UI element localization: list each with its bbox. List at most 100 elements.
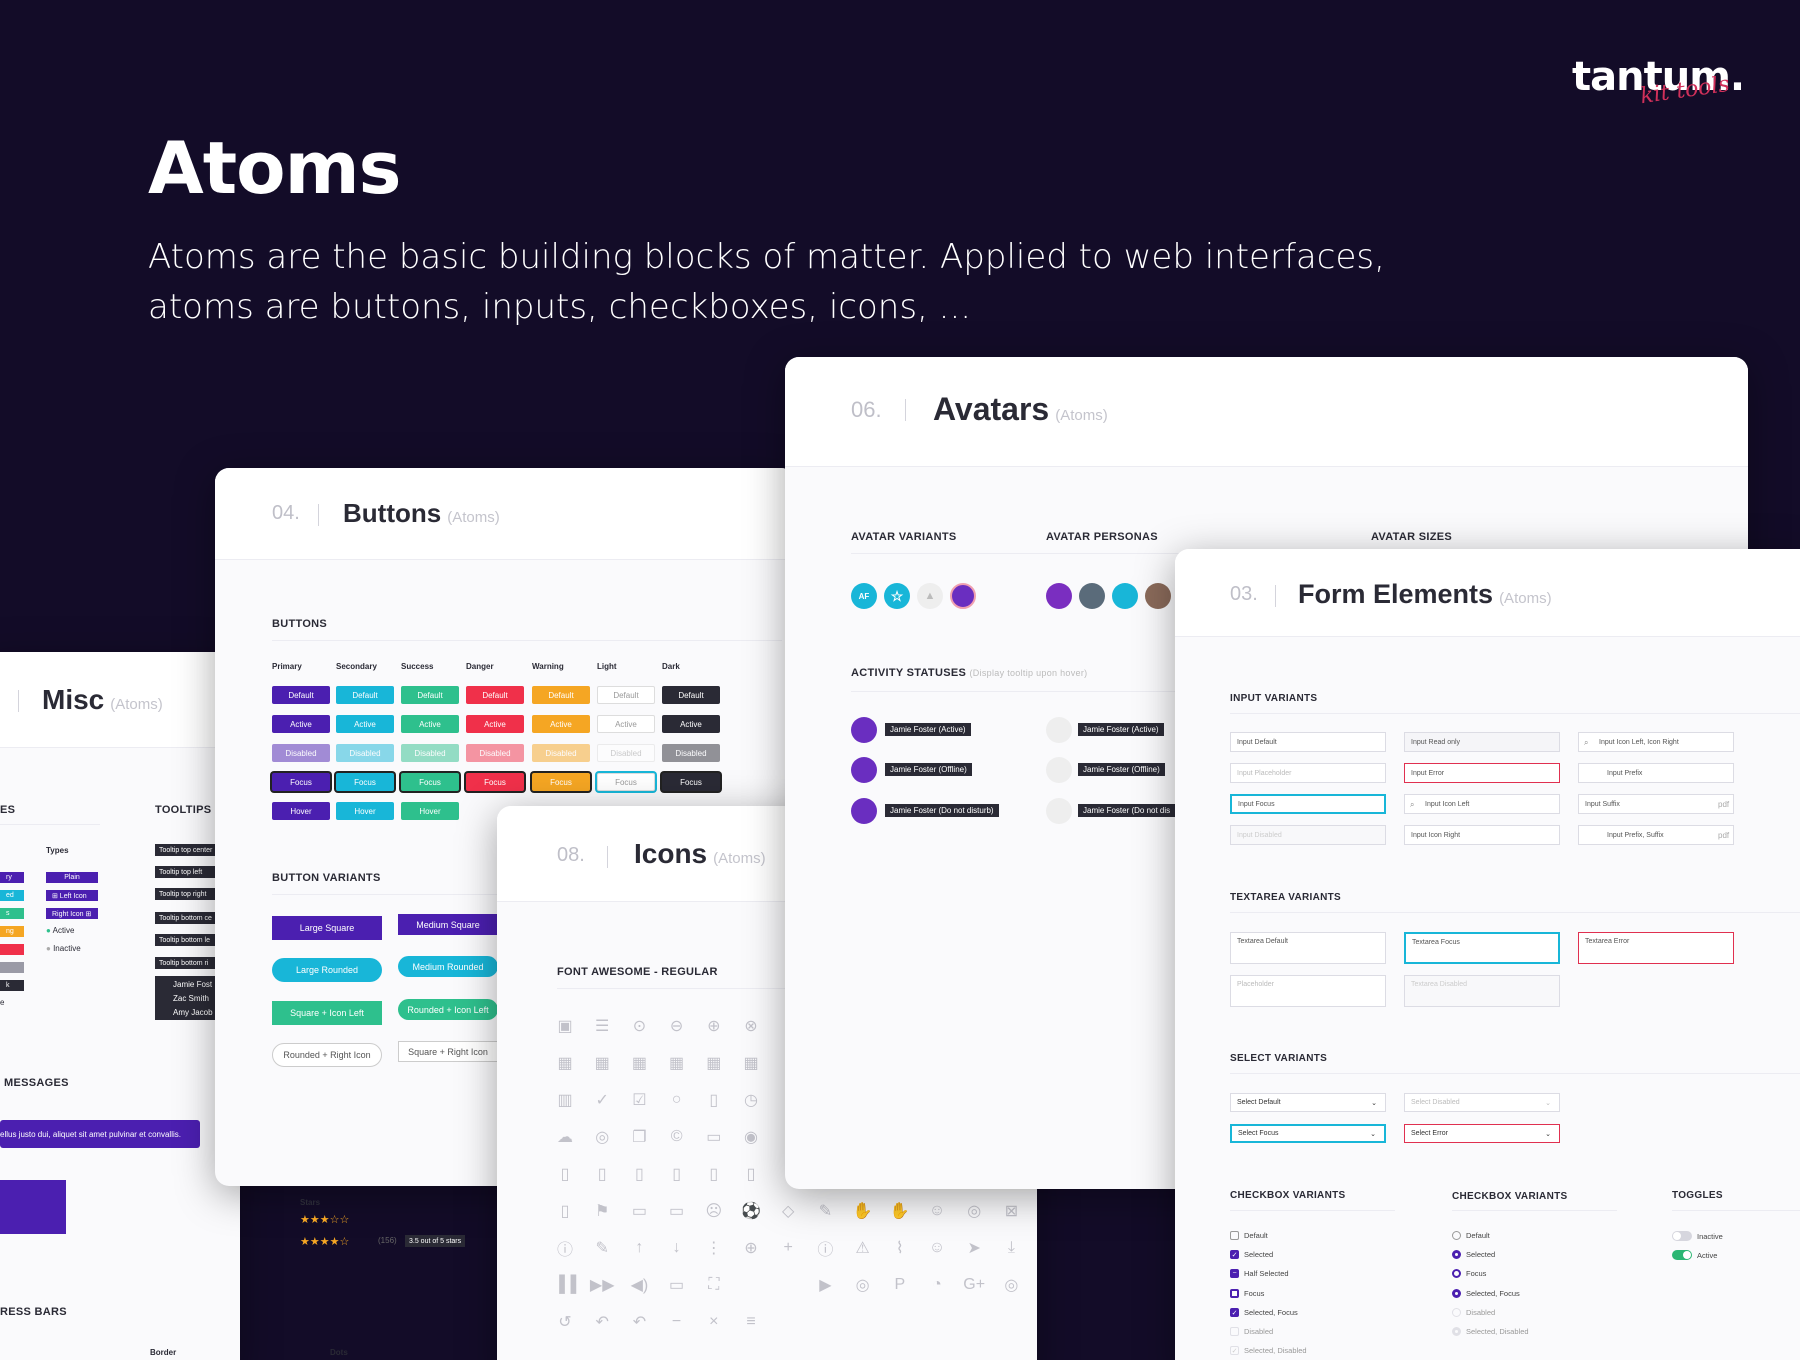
success-focus-button[interactable]: Focus <box>401 773 459 791</box>
radio-focus[interactable]: Focus <box>1452 1269 1486 1278</box>
toggle-inactive[interactable]: Inactive <box>1672 1231 1723 1241</box>
danger-focus-button[interactable]: Focus <box>466 773 524 791</box>
misc-card: Misc (Atoms) ES TOOLTIPS Types Plain ⊞ Le… <box>0 652 240 1360</box>
warning-default-button[interactable]: Default <box>532 686 590 704</box>
danger-active-button[interactable]: Active <box>466 715 524 733</box>
secondary-active-button[interactable]: Active <box>336 715 394 733</box>
header-separator <box>607 846 608 868</box>
radio-disabled[interactable]: Disabled <box>1452 1308 1495 1317</box>
fa-icon-r3-c1-icon: ◎ <box>595 1129 610 1146</box>
input-icon-left[interactable]: Input Icon Left <box>1404 794 1560 814</box>
card-title: Icons (Atoms) <box>634 838 766 869</box>
light-disabled-button[interactable]: Disabled <box>597 744 655 762</box>
checkbox-selected-focus[interactable]: ✓ Selected, Focus <box>1230 1308 1298 1317</box>
primary-default-button[interactable]: Default <box>272 686 330 704</box>
dark-active-button[interactable]: Active <box>662 715 720 733</box>
danger-disabled-button[interactable]: Disabled <box>466 744 524 762</box>
square-right-icon-button[interactable]: Square + Right Icon <box>398 1041 498 1062</box>
warning-disabled-button[interactable]: Disabled <box>532 744 590 762</box>
medium-rounded-button[interactable]: Medium Rounded <box>398 956 498 977</box>
success-active-button[interactable]: Active <box>401 715 459 733</box>
input-read-only[interactable]: Input Read only <box>1404 732 1560 752</box>
primary-disabled-button[interactable]: Disabled <box>272 744 330 762</box>
medium-square-button[interactable]: Medium Square <box>398 914 498 935</box>
primary-active-button[interactable]: Active <box>272 715 330 733</box>
select-focus[interactable]: Select Focus ⌄ <box>1230 1124 1386 1143</box>
input-icon-left-right[interactable]: Input Icon Left, Icon Right <box>1578 732 1734 752</box>
large-square-button[interactable]: Large Square <box>272 916 382 940</box>
checkbox-selected-disabled[interactable]: ✓ Selected, Disabled <box>1230 1346 1307 1355</box>
input-error[interactable]: Input Error <box>1404 763 1560 783</box>
input-default[interactable]: Input Default <box>1230 732 1386 752</box>
checkbox-half-selected[interactable]: − Half Selected <box>1230 1269 1289 1278</box>
warning-active-button[interactable]: Active <box>532 715 590 733</box>
secondary-default-button[interactable]: Default <box>336 686 394 704</box>
input-placeholder[interactable]: Input Placeholder <box>1230 763 1386 783</box>
toggle-active[interactable]: Active <box>1672 1250 1717 1260</box>
textarea-disabled[interactable]: Textarea Disabled <box>1404 975 1560 1007</box>
textarea-default[interactable]: Textarea Default <box>1230 932 1386 964</box>
large-rounded-button[interactable]: Large Rounded <box>272 958 382 982</box>
section-activity-statuses: ACTIVITY STATUSES (Display tooltip upon … <box>851 667 1088 679</box>
fa-icon-r5-c5-icon: ⚽ <box>741 1203 761 1220</box>
select-error[interactable]: Select Error ⌄ <box>1404 1124 1560 1143</box>
fa-icon-r6-c4-icon: ⋮ <box>705 1240 722 1257</box>
radio-selected-focus[interactable]: Selected, Focus <box>1452 1289 1520 1298</box>
checkbox-focus[interactable]: Focus <box>1230 1289 1264 1298</box>
success-default-button[interactable]: Default <box>401 686 459 704</box>
checkbox-default[interactable]: Default <box>1230 1231 1268 1240</box>
fa-icon-r1-c2-icon: ▦ <box>631 1055 647 1072</box>
rating-count: (156) <box>378 1236 397 1245</box>
dark-disabled-button[interactable]: Disabled <box>662 744 720 762</box>
light-default-button[interactable]: Default <box>597 686 655 704</box>
dark-default-button[interactable]: Default <box>662 686 720 704</box>
fa-icon-r5-c7-icon: ✎ <box>818 1203 833 1220</box>
fa-icon-r3-c5-icon: ◉ <box>744 1129 758 1146</box>
secondary-hover-button[interactable]: Hover <box>336 802 394 820</box>
input-prefix[interactable]: Input Prefix <box>1578 763 1734 783</box>
section-messages: MESSAGES <box>4 1077 69 1089</box>
section-progress: RESS BARS <box>0 1306 67 1318</box>
textarea-placeholder[interactable]: Placeholder <box>1230 975 1386 1007</box>
fa-icon-r8-c2-icon: ↶ <box>632 1314 647 1331</box>
input-disabled[interactable]: Input Disabled <box>1230 825 1386 845</box>
checkbox-disabled[interactable]: Disabled <box>1230 1327 1273 1336</box>
dark-focus-button[interactable]: Focus <box>662 773 720 791</box>
input-icon-right[interactable]: Input Icon Right <box>1404 825 1560 845</box>
input-focus[interactable]: Input Focus <box>1230 794 1386 814</box>
avatar-photo <box>1046 717 1072 743</box>
rounded-right-icon-button[interactable]: Rounded + Right Icon <box>272 1043 382 1067</box>
radio-selected-disabled[interactable]: Selected, Disabled <box>1452 1327 1529 1336</box>
secondary-focus-button[interactable]: Focus <box>336 773 394 791</box>
rating-tooltip: 3.5 out of 5 stars <box>405 1235 466 1247</box>
fa-icon-r6-c7-icon: ⓘ <box>817 1242 834 1259</box>
square-icon-left-button[interactable]: Square + Icon Left <box>272 1001 382 1025</box>
secondary-disabled-button[interactable]: Disabled <box>336 744 394 762</box>
fa-icon-r5-c8-icon: ✋ <box>852 1203 873 1220</box>
primary-focus-button[interactable]: Focus <box>272 773 330 791</box>
badge-primary: ry <box>0 872 24 883</box>
fa-icon-r4-c3-icon: ▯ <box>672 1166 681 1183</box>
input-prefix-suffix[interactable]: Input Prefix, Suffix <box>1578 825 1734 845</box>
rounded-icon-left-button[interactable]: Rounded + Icon Left <box>398 999 498 1020</box>
select-default[interactable]: Select Default ⌄ <box>1230 1093 1386 1112</box>
success-disabled-button[interactable]: Disabled <box>401 744 459 762</box>
input-suffix[interactable]: Input Suffix <box>1578 794 1734 814</box>
radio-default[interactable]: Default <box>1452 1231 1490 1240</box>
light-focus-button[interactable]: Focus <box>597 773 655 791</box>
textarea-error[interactable]: Textarea Error <box>1578 932 1734 964</box>
danger-default-button[interactable]: Default <box>466 686 524 704</box>
checkbox-selected[interactable]: ✓ Selected <box>1230 1250 1273 1259</box>
primary-hover-button[interactable]: Hover <box>272 802 330 820</box>
card-title: Buttons (Atoms) <box>343 498 500 528</box>
select-disabled[interactable]: Select Disabled ⌄ <box>1404 1093 1560 1112</box>
light-active-button[interactable]: Active <box>597 715 655 733</box>
card-number: 03. <box>1230 583 1258 605</box>
avatar-photo <box>1046 798 1072 824</box>
radio-selected[interactable]: Selected <box>1452 1250 1495 1259</box>
textarea-focus[interactable]: Textarea Focus <box>1404 932 1560 964</box>
success-hover-button[interactable]: Hover <box>401 802 459 820</box>
warning-focus-button[interactable]: Focus <box>532 773 590 791</box>
chevron-down-icon: ⌄ <box>1545 1099 1551 1107</box>
badge-success: s <box>0 908 24 919</box>
